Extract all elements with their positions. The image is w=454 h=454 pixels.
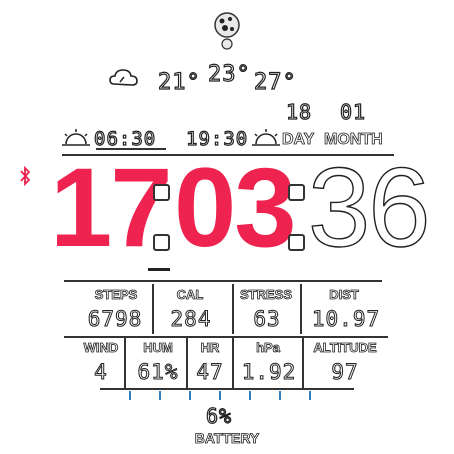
colon-dot-upper-right [288, 184, 305, 201]
stat-label-steps: STEPS [94, 287, 138, 303]
stat-label-hum: HUM [143, 340, 173, 356]
colon-dot-upper-left [153, 184, 170, 201]
battery-tick [249, 391, 251, 400]
stat-label-cal: CAL [176, 287, 204, 303]
stat-value-dist: 10.97 [311, 307, 381, 332]
date-day-value: 18 [285, 99, 313, 124]
stat-label-stress: STRESS [239, 287, 293, 303]
stat-label-hr: HR [200, 340, 220, 356]
colon-dot-lower-right [288, 234, 305, 251]
battery-tick [159, 391, 161, 400]
weather-current-temp: 23° [207, 61, 251, 87]
stats-row2-sep-4 [302, 338, 304, 388]
partly-cloudy-icon [109, 69, 138, 86]
stat-value-hpa: 1.92 [241, 360, 297, 385]
battery-tick [189, 391, 191, 400]
hours-underline-mark [148, 268, 170, 271]
stats-row1-sep-2 [232, 284, 234, 334]
stat-label-altitude: ALTITUDE [313, 340, 377, 356]
battery-tick [129, 391, 131, 400]
battery-percent: 6% [205, 403, 233, 428]
stats-row2-sep-1 [124, 338, 126, 388]
stats-bottom-divider [100, 388, 354, 390]
stat-label-hpa: hPa [256, 340, 281, 356]
stats-top-divider [64, 280, 382, 282]
stat-value-hr: 47 [196, 360, 224, 385]
colon-dot-lower-left [153, 234, 170, 251]
stat-label-dist: DIST [329, 287, 359, 303]
stat-value-altitude: 97 [331, 360, 359, 385]
stat-value-hum: 61% [137, 360, 179, 385]
stat-value-stress: 63 [253, 307, 281, 332]
battery-tick [309, 391, 311, 400]
stat-label-wind: WIND [83, 340, 119, 356]
battery-tick [219, 391, 221, 400]
time-minutes: 03 [174, 145, 297, 270]
stats-row1-sep-3 [300, 284, 302, 334]
battery-tick [279, 391, 281, 400]
bluetooth-icon [20, 166, 31, 186]
weather-high-temp: 27° [253, 69, 297, 95]
stat-value-wind: 4 [94, 360, 108, 385]
watch-face: 21° 23° 27° 18 01 06:30 19:30 DAY MONTH … [0, 0, 454, 454]
stats-row2-sep-3 [232, 338, 234, 388]
time-seconds: 36 [307, 145, 431, 270]
moon-phase-icon [214, 12, 240, 50]
weather-low-temp: 21° [157, 69, 201, 95]
battery-label: BATTERY [194, 430, 260, 447]
stats-mid-divider [64, 336, 388, 338]
date-month-value: 01 [339, 99, 367, 124]
stat-value-cal: 284 [170, 307, 212, 332]
stats-row1-sep-1 [152, 284, 154, 334]
stat-value-steps: 6798 [87, 307, 143, 332]
